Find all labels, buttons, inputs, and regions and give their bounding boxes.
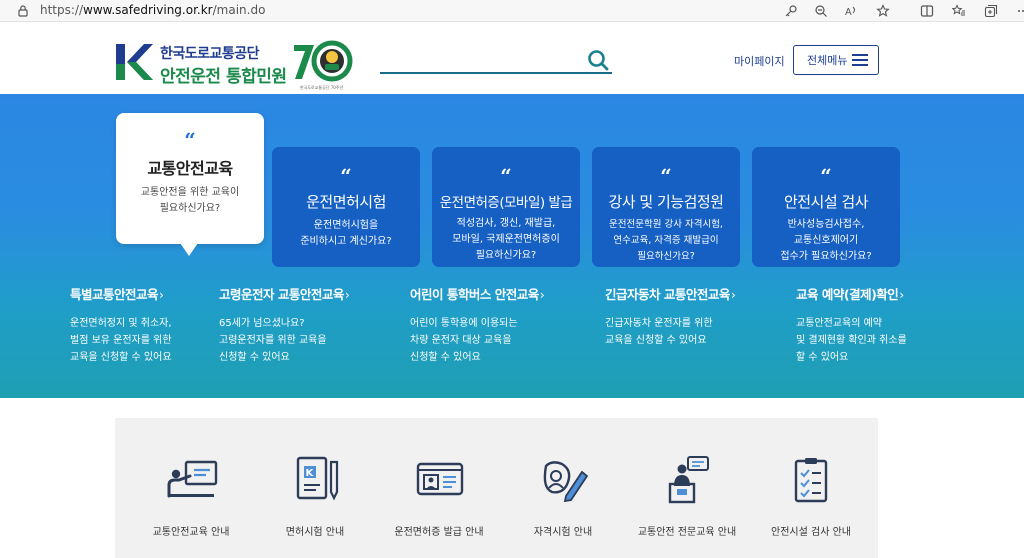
lecture-icon <box>167 460 218 498</box>
link-desc: 65세가 넘으셨나요? 고령운전자를 위한 교육을 신청할 수 있어요 <box>219 318 327 363</box>
svg-text:A: A <box>845 7 852 18</box>
card-desc: 운전면허시험을 준비하시고 계신가요? <box>300 220 392 247</box>
card-title: 강사 및 기능검정원 <box>608 193 724 211</box>
guide-traffic-education[interactable]: 교통안전교육 안내 <box>129 418 253 558</box>
favorite-icon[interactable] <box>876 4 890 18</box>
more-icon[interactable] <box>1014 4 1024 18</box>
svg-text:K: K <box>306 468 315 479</box>
favorites-list-icon[interactable] <box>952 4 966 18</box>
mypage-link[interactable]: 마이페이지 <box>734 53 785 69</box>
anniversary-70-icon <box>294 40 353 82</box>
guide-label: 자격시험 안내 <box>533 527 593 538</box>
url-path: /main.do <box>212 3 266 17</box>
card-desc: 적성검사, 갱신, 재발급, 모바일, 국제운전면허증이 필요하신가요? <box>452 218 560 261</box>
read-aloud-icon[interactable]: A <box>844 4 858 18</box>
link-desc: 운전면허정지 및 취소자, 벌점 보유 운전자를 위한 교육을 신청할 수 있어요 <box>70 318 172 363</box>
card-title: 안전시설 검사 <box>783 193 869 211</box>
link-desc: 긴급자동차 운전자를 위한 교육을 신청할 수 있어요 <box>605 318 713 346</box>
card-desc: 교통안전을 위한 교육이 필요하신가요? <box>140 187 240 214</box>
guide-label: 면허시험 안내 <box>285 527 345 538</box>
license-book-icon: K <box>296 456 339 501</box>
card-title: 교통안전교육 <box>147 159 233 178</box>
link-emergency-vehicle-education[interactable]: 긴급자동차 교통안전교육› 긴급자동차 운전자를 위한 교육을 신청할 수 있어요 <box>605 284 736 349</box>
id-card-icon <box>416 462 464 496</box>
key-icon[interactable] <box>784 4 798 18</box>
card-license-issuance[interactable]: “ 운전면허증(모바일) 발급 적성검사, 갱신, 재발급, 모바일, 국제운전면… <box>432 147 580 267</box>
guide-license-exam[interactable]: K 면허시험 안내 <box>253 418 377 558</box>
url-text[interactable]: https://www.safedriving.or.kr/main.do <box>40 3 265 17</box>
search-icon[interactable] <box>587 49 609 71</box>
quote-icon: “ <box>820 164 832 188</box>
site-header: 한국도로교통공단 안전운전 통합민원 한국도로교통공단 70주년 마이페이지 전… <box>0 22 1024 94</box>
hero-section: “ 교통안전교육 교통안전을 위한 교육이 필요하신가요? “ 운전면허시험 운전… <box>0 94 1024 398</box>
link-reservation-check[interactable]: 교육 예약(결제)확인› 교통안전교육의 예약 및 결제현황 확인과 취소를 할 수… <box>796 284 907 366</box>
browser-address-bar: https://www.safedriving.or.kr/main.do A <box>0 0 1024 22</box>
link-elderly-driver-education[interactable]: 고령운전자 교통안전교육› 65세가 넘으셨나요? 고령운전자를 위한 교육을 신청… <box>219 284 350 366</box>
checklist-icon <box>794 458 828 503</box>
link-desc: 어린이 통학용에 이용되는 차량 운전자 대상 교육을 신청할 수 있어요 <box>410 318 518 363</box>
collections-icon[interactable] <box>984 4 998 18</box>
chevron-right-icon: › <box>899 287 904 302</box>
guide-qualification-exam[interactable]: 자격시험 안내 <box>501 418 625 558</box>
guide-label: 운전면허증 발급 안내 <box>394 527 484 538</box>
chevron-right-icon: › <box>344 287 350 302</box>
url-host: www.safedriving.or.kr <box>83 3 213 17</box>
hamburger-icon <box>852 54 868 66</box>
card-title: 운전면허증(모바일) 발급 <box>439 195 573 211</box>
chevron-right-icon: › <box>539 287 545 302</box>
quote-icon: “ <box>340 164 352 188</box>
search-input[interactable] <box>380 50 612 74</box>
all-menu-button[interactable]: 전체메뉴 <box>793 45 879 75</box>
guide-professional-education[interactable]: 교통안전 전문교육 안내 <box>625 418 749 558</box>
split-screen-icon[interactable] <box>920 4 934 18</box>
anniversary-caption: 한국도로교통공단 70주년 <box>300 85 344 90</box>
link-special-safety-education[interactable]: 특별교통안전교육› 운전면허정지 및 취소자, 벌점 보유 운전자를 위한 교육을 … <box>70 284 172 366</box>
guide-section: 교통안전교육 안내 K 면허시험 안내 운전면허증 발급 안내 자격시험 안내 … <box>115 418 878 558</box>
card-traffic-safety-education[interactable]: “ 교통안전교육 교통안전을 위한 교육이 필요하신가요? <box>116 113 264 256</box>
guide-label: 안전시설 검사 안내 <box>771 527 851 538</box>
url-prefix: https:// <box>40 3 84 17</box>
card-license-exam[interactable]: “ 운전면허시험 운전면허시험을 준비하시고 계신가요? <box>272 147 420 267</box>
lock-icon[interactable] <box>16 4 30 18</box>
guide-facility-inspection[interactable]: 안전시설 검사 안내 <box>749 418 873 558</box>
logo-service-name[interactable]: 안전운전 통합민원 <box>160 62 287 87</box>
guide-license-issuance[interactable]: 운전면허증 발급 안내 <box>377 418 501 558</box>
logo-org-name[interactable]: 한국도로교통공단 <box>160 43 260 63</box>
link-school-bus-education[interactable]: 어린이 통학버스 안전교육› 어린이 통학용에 이용되는 차량 운전자 대상 교육… <box>410 284 545 366</box>
chevron-right-icon: › <box>730 287 736 302</box>
quote-icon: “ <box>660 164 672 188</box>
exam-pen-icon <box>543 461 589 503</box>
card-instructor-examiner[interactable]: “ 강사 및 기능검정원 운전전문학원 강사 자격시험, 연수교육, 자격증 재발… <box>592 147 740 267</box>
speaker-podium-icon <box>668 456 709 504</box>
card-title: 운전면허시험 <box>306 193 386 211</box>
quote-icon: “ <box>184 128 196 152</box>
quote-icon: “ <box>500 164 512 188</box>
card-safety-facility-inspection[interactable]: “ 안전시설 검사 반사성능검사접수, 교통신호제어기 접수가 필요하신가요? <box>752 147 900 267</box>
koroad-logo-icon[interactable] <box>114 42 154 82</box>
chevron-right-icon: › <box>159 287 164 302</box>
link-desc: 교통안전교육의 예약 및 결제현황 확인과 취소를 할 수 있어요 <box>796 318 907 363</box>
guide-label: 교통안전 전문교육 안내 <box>637 527 737 538</box>
card-desc: 반사성능검사접수, 교통신호제어기 접수가 필요하신가요? <box>780 219 872 262</box>
zoom-icon[interactable] <box>814 4 828 18</box>
card-desc: 운전전문학원 강사 자격시험, 연수교육, 자격증 재발급이 필요하신가요? <box>609 219 723 262</box>
guide-label: 교통안전교육 안내 <box>152 527 230 538</box>
all-menu-label: 전체메뉴 <box>807 54 848 67</box>
